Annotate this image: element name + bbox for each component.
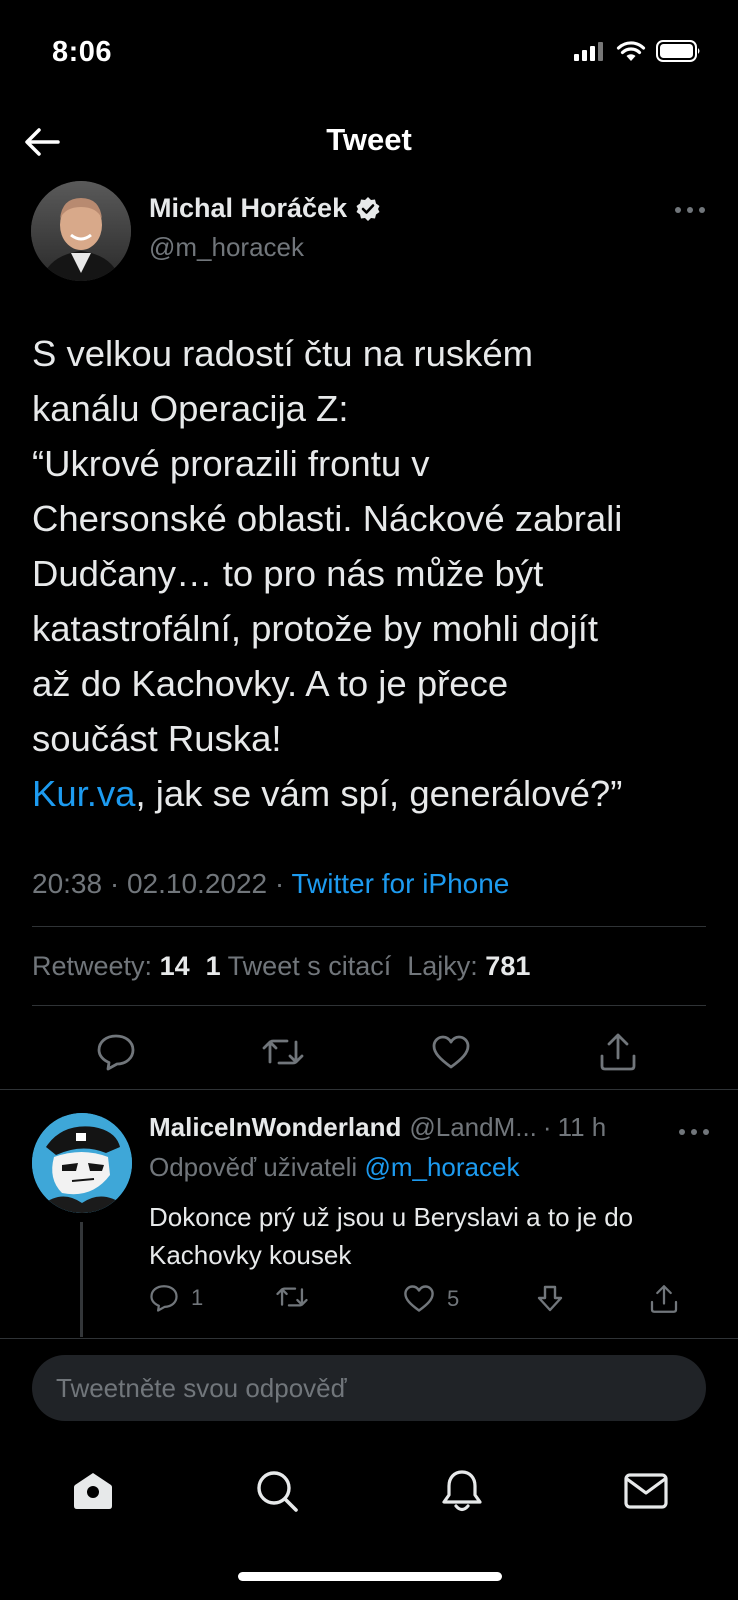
- home-indicator: [238, 1572, 502, 1581]
- reply-age-separator: ·: [542, 1112, 552, 1142]
- author-name[interactable]: Michal Horáček: [149, 193, 381, 224]
- reply-button[interactable]: [94, 1030, 138, 1074]
- retweet-icon: [262, 1039, 304, 1065]
- compose-placeholder: Tweetněte svou odpověď: [56, 1373, 347, 1403]
- tweet-date: 02.10.2022: [126, 868, 268, 899]
- status-icons: [574, 40, 702, 62]
- tweet-text-line: Dudčany… to pro nás může být: [32, 553, 544, 594]
- tweet-text-line: S velkou radostí čtu na ruském: [32, 333, 534, 374]
- retweet-icon: [276, 1287, 308, 1307]
- likes-stat[interactable]: Lajky: 781: [407, 951, 530, 982]
- tweet-text-line: až do Kachovky. A to je přece: [32, 663, 509, 704]
- search-icon: [257, 1471, 298, 1512]
- status-time: 8:06: [52, 36, 113, 68]
- author-name-text: Michal Horáček: [149, 193, 348, 223]
- reply-age: 11 h: [557, 1112, 607, 1142]
- status-bar: 8:06: [0, 0, 738, 110]
- reply-text: Dokonce prý už jsou u Beryslavi a to je …: [149, 1202, 634, 1270]
- reply-avatar[interactable]: [32, 1113, 132, 1213]
- tweet-more-button[interactable]: [672, 200, 708, 220]
- reply-compose-input[interactable]: Tweetněte svou odpověď: [32, 1355, 706, 1421]
- tweet-text-line: “Ukrové prorazili frontu v: [32, 443, 430, 484]
- reply-author-name[interactable]: MaliceInWonderland: [149, 1112, 401, 1143]
- reply-icon: [150, 1285, 178, 1312]
- tweet-text-line: Kur.va, jak se vám spí, generálové?”: [32, 766, 712, 821]
- reply-action-bar: 1 5: [149, 1284, 719, 1328]
- reply-header: MaliceInWonderland @LandM... · 11 h: [149, 1112, 709, 1143]
- tweet-text: S velkou radostí čtu na ruském kanálu Ope…: [32, 326, 712, 821]
- tab-search[interactable]: [252, 1466, 302, 1516]
- like-icon: [432, 1035, 470, 1069]
- tab-notifications[interactable]: [437, 1466, 487, 1516]
- author-handle[interactable]: @m_horacek: [149, 232, 304, 263]
- header: Tweet: [0, 100, 738, 184]
- replying-to-mention[interactable]: @m_horacek: [364, 1152, 519, 1182]
- more-icon: [675, 207, 705, 213]
- author-avatar[interactable]: [31, 181, 131, 281]
- like-button[interactable]: [429, 1030, 473, 1074]
- retweets-stat[interactable]: Retweety: 14: [32, 951, 190, 982]
- thread-line: [80, 1222, 83, 1337]
- replying-to: Odpověď uživateli @m_horacek: [149, 1152, 519, 1183]
- battery-icon: [656, 40, 700, 62]
- reply-icon: [97, 1034, 135, 1071]
- share-icon: [650, 1285, 678, 1313]
- tweet-text-rest: , jak se vám spí, generálové?”: [135, 773, 623, 814]
- reply-author-handle[interactable]: @LandM...: [409, 1112, 537, 1143]
- divider: [0, 1338, 738, 1339]
- reply-more-button[interactable]: [676, 1122, 712, 1142]
- divider: [32, 1005, 706, 1006]
- bottom-tab-bar: [0, 1460, 738, 1540]
- reply-avatar-image: [32, 1113, 132, 1213]
- home-icon: [74, 1473, 112, 1509]
- notifications-icon: [442, 1470, 482, 1512]
- more-icon: [679, 1129, 709, 1135]
- downvote-icon: [537, 1285, 563, 1312]
- reply-reply-count: 1: [191, 1285, 204, 1310]
- tweet-stats: Retweety: 14 1 Tweet s citací Lajky: 781: [32, 951, 530, 982]
- tweet-link[interactable]: Kur.va: [32, 773, 135, 814]
- messages-icon: [624, 1473, 668, 1509]
- replying-to-prefix: Odpověď uživateli: [149, 1152, 358, 1182]
- reply-like-count: 5: [447, 1285, 460, 1311]
- divider: [0, 1089, 738, 1090]
- tweet-source[interactable]: Twitter for iPhone: [292, 868, 510, 899]
- divider: [32, 926, 706, 927]
- avatar-photo: [31, 181, 131, 281]
- tweet-text-line: katastrofální, protože by mohli dojít: [32, 608, 599, 649]
- tweet-text-line: kanálu Operacija Z:: [32, 388, 349, 429]
- tweet-action-bar: [0, 1020, 738, 1080]
- tweet-time: 20:38: [32, 868, 103, 899]
- retweet-button[interactable]: [261, 1030, 305, 1074]
- reply-share-button[interactable]: [649, 1284, 679, 1314]
- reply-reply-button[interactable]: 1: [149, 1284, 203, 1312]
- tweet-text-line: Chersonské oblasti. Náckové zabrali: [32, 498, 623, 539]
- page-title: Tweet: [326, 122, 412, 157]
- wifi-icon: [616, 41, 646, 61]
- reply-like-button[interactable]: 5: [403, 1284, 459, 1313]
- reply-retweet-button[interactable]: [275, 1284, 309, 1310]
- share-icon: [600, 1033, 636, 1071]
- tab-messages[interactable]: [621, 1466, 671, 1516]
- signal-icon: [574, 42, 603, 61]
- reply-downvote-button[interactable]: [535, 1284, 565, 1314]
- share-button[interactable]: [596, 1030, 640, 1074]
- verified-icon: [356, 196, 380, 221]
- tab-home[interactable]: [68, 1466, 118, 1516]
- like-icon: [404, 1285, 434, 1312]
- quotes-stat[interactable]: 1 Tweet s citací: [206, 951, 392, 982]
- tweet-text-line: součást Ruska!: [32, 718, 282, 759]
- tweet-meta: 20:38 · 02.10.2022 · Twitter for iPhone: [32, 868, 510, 899]
